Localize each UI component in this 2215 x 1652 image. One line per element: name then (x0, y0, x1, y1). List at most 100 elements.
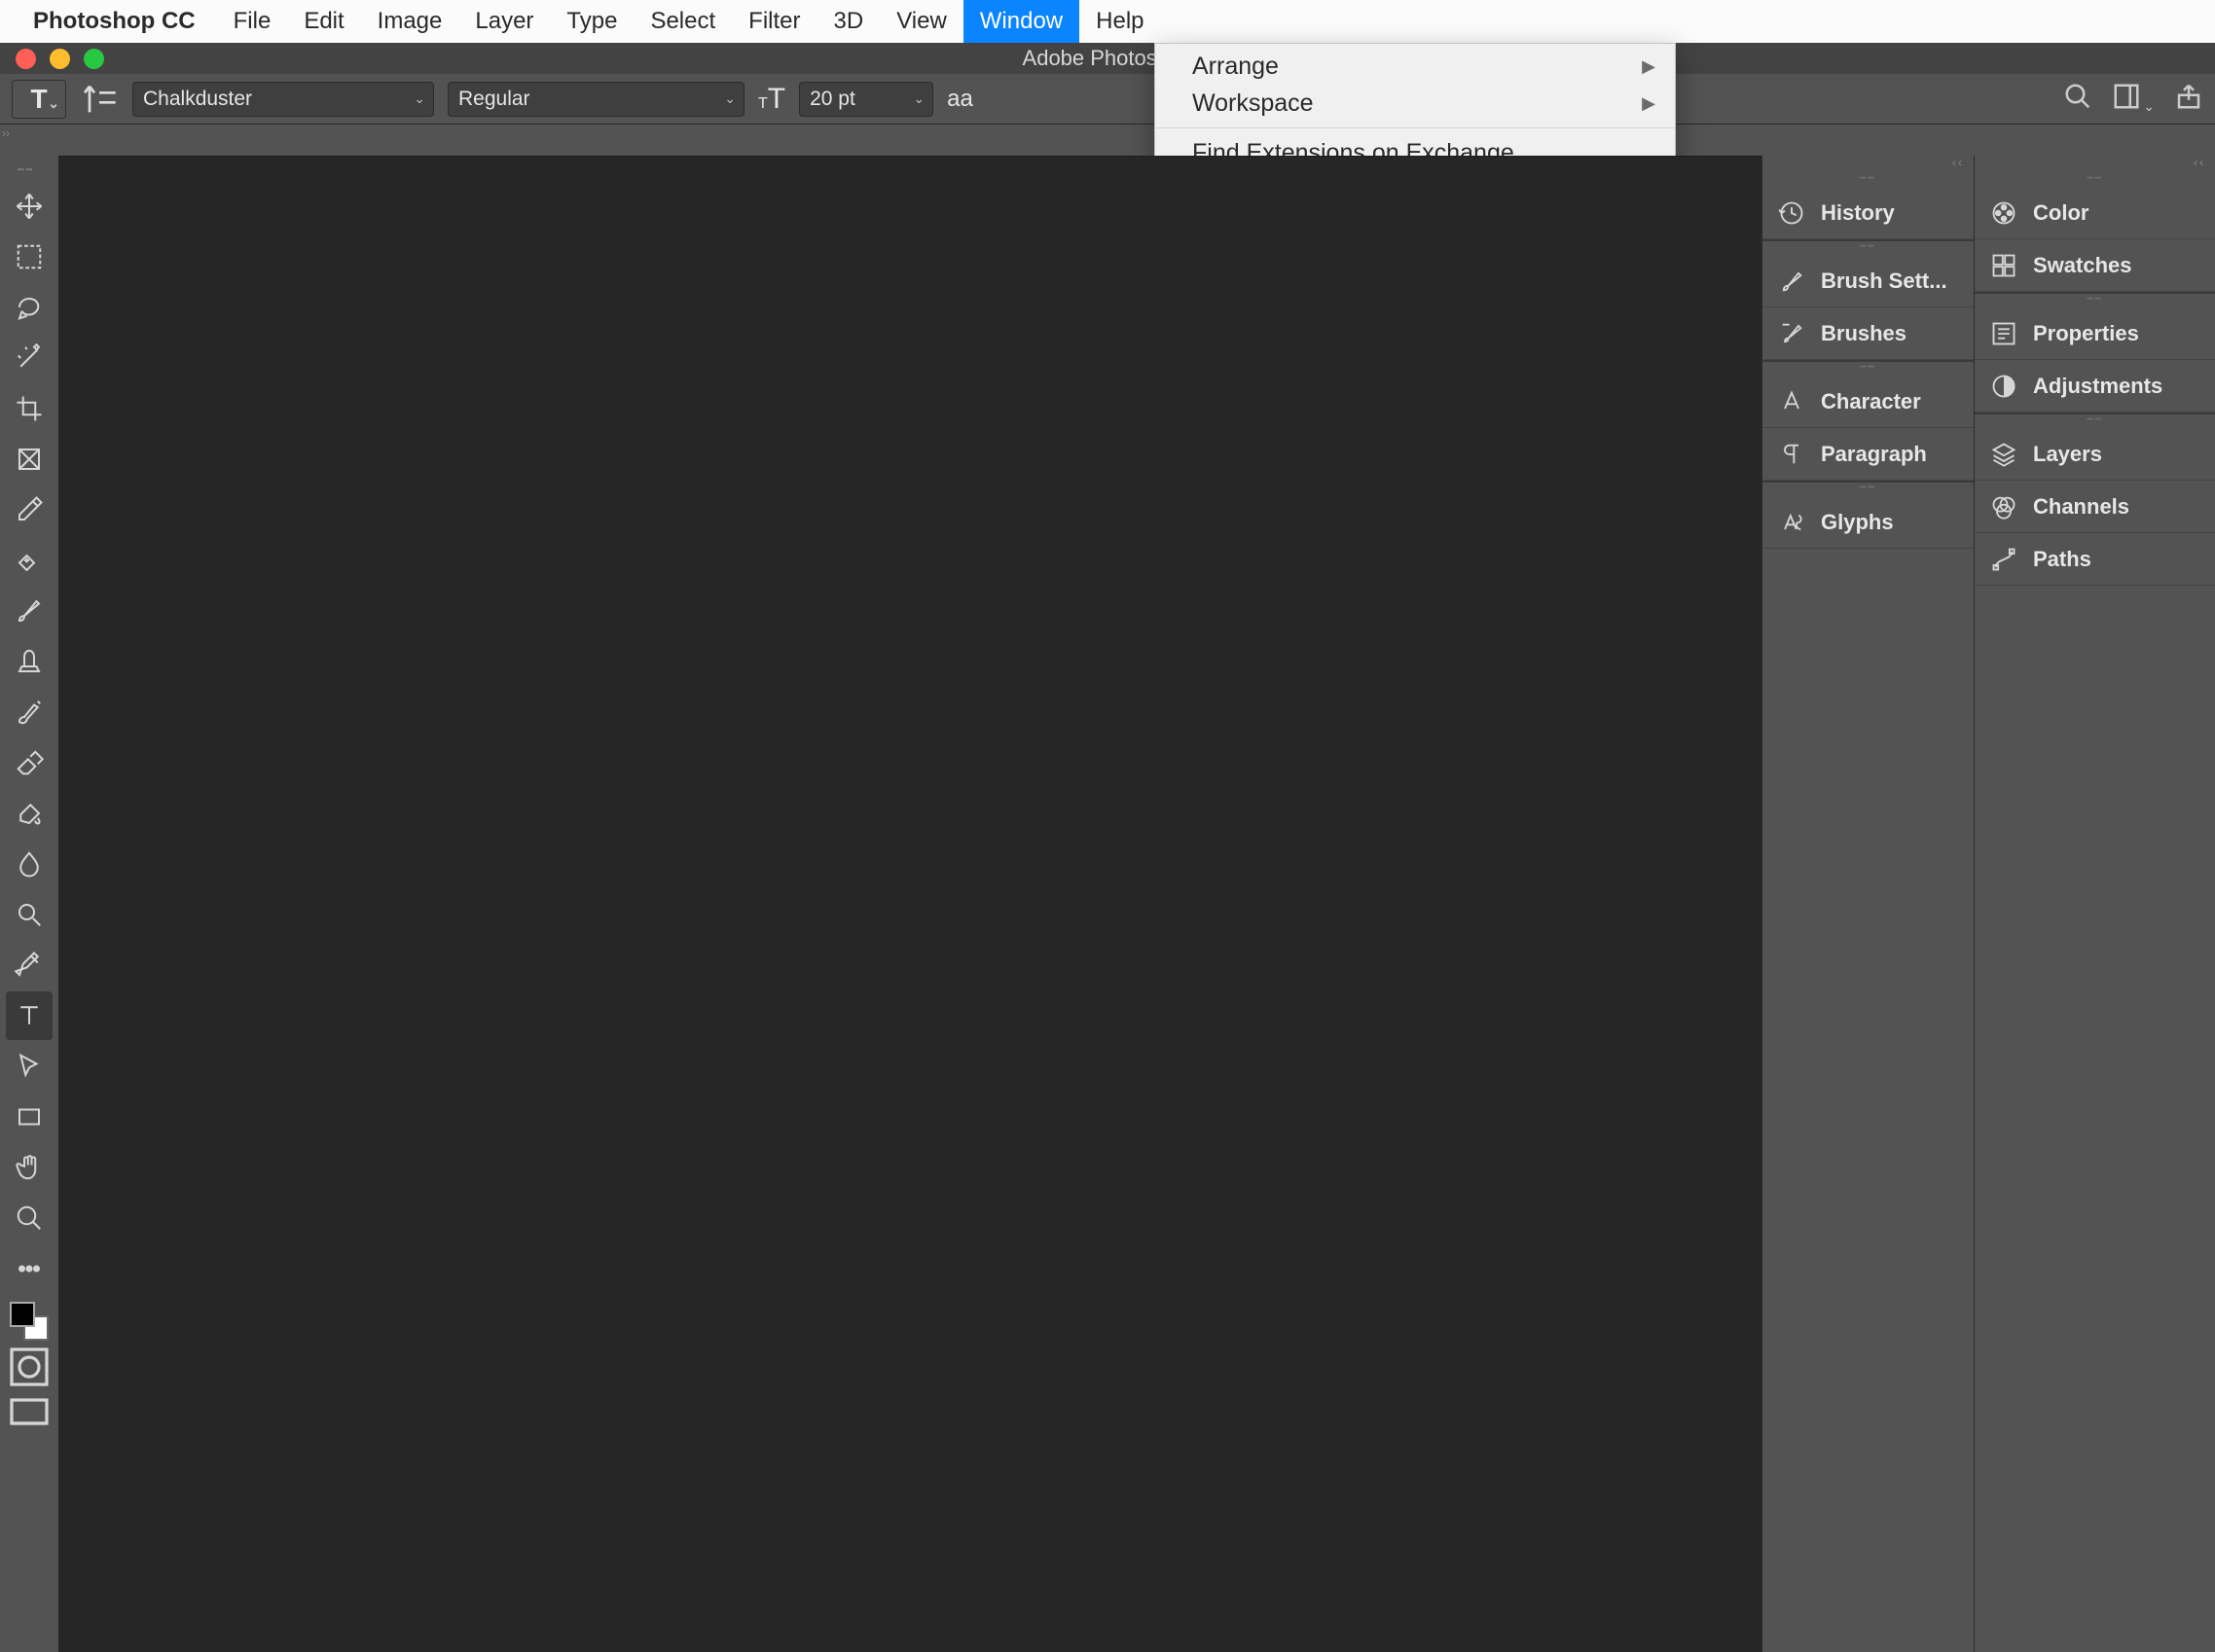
traffic-lights (16, 49, 104, 69)
menu-file[interactable]: File (217, 0, 288, 43)
window-titlebar: Adobe Photoshop (0, 43, 2215, 74)
panel-tab-character[interactable]: Character (1762, 376, 1974, 428)
menu-view[interactable]: View (880, 0, 963, 43)
panel-tab-paragraph[interactable]: Paragraph (1762, 428, 1974, 481)
glyphs-icon (1778, 509, 1805, 536)
rectangle-tool[interactable] (6, 1093, 53, 1141)
path-select-tool[interactable] (6, 1042, 53, 1091)
collapse-handle[interactable]: ‹‹ (1975, 156, 2215, 173)
channels-icon (1990, 493, 2017, 521)
move-tool[interactable] (6, 182, 53, 231)
minimize-icon[interactable] (50, 49, 70, 69)
grip-icon[interactable]: ┅┅ (1975, 173, 2215, 187)
panel-tab-brush-sett-[interactable]: Brush Sett... (1762, 255, 1974, 307)
text-orientation-button[interactable] (80, 80, 119, 119)
crop-tool[interactable] (6, 384, 53, 433)
antialias-select[interactable]: aa (947, 86, 973, 113)
dodge-tool[interactable] (6, 890, 53, 939)
font-size-icon: TT (758, 83, 785, 116)
zoom-tool[interactable] (6, 1194, 53, 1242)
lasso-tool[interactable] (6, 283, 53, 332)
menu-edit[interactable]: Edit (287, 0, 360, 43)
brushes-icon (1778, 320, 1805, 347)
menu-3d[interactable]: 3D (817, 0, 881, 43)
screen-mode-button[interactable] (6, 1393, 53, 1434)
menu-window[interactable]: Window (963, 0, 1079, 43)
panel-label: Paths (2033, 547, 2091, 572)
history-brush-tool[interactable] (6, 688, 53, 736)
grip-icon[interactable]: ┅┅ (1762, 362, 1974, 376)
submenu-arrow-icon: ▶ (1642, 93, 1655, 114)
antialias-label: aa (947, 86, 973, 112)
grip-icon[interactable]: ┅┅ (1975, 294, 2215, 307)
menuitem-label: Arrange (1192, 53, 1279, 81)
grip-icon[interactable]: ┅┅ (1762, 241, 1974, 255)
chevron-down-icon: ⌄ (48, 95, 59, 112)
foreground-swatch[interactable] (10, 1302, 35, 1327)
maximize-icon[interactable] (84, 49, 104, 69)
panel-tab-color[interactable]: Color (1975, 187, 2215, 239)
panel-tab-paths[interactable]: Paths (1975, 533, 2215, 586)
close-icon[interactable] (16, 49, 36, 69)
type-tool[interactable] (6, 991, 53, 1040)
clone-stamp-tool[interactable] (6, 637, 53, 686)
panel-tab-brushes[interactable]: Brushes (1762, 307, 1974, 360)
properties-icon (1990, 320, 2017, 347)
menu-select[interactable]: Select (634, 0, 732, 43)
magic-wand-tool[interactable] (6, 334, 53, 382)
menuitem-arrange[interactable]: Arrange▶ (1155, 48, 1675, 85)
share-icon[interactable] (2174, 82, 2203, 116)
frame-tool[interactable] (6, 435, 53, 484)
paragraph-icon (1778, 441, 1805, 468)
grip-icon[interactable]: ┅┅ (18, 163, 41, 173)
panel-tab-swatches[interactable]: Swatches (1975, 239, 2215, 292)
paths-icon (1990, 546, 2017, 573)
hand-tool[interactable] (6, 1143, 53, 1192)
rect-marquee-tool[interactable] (6, 233, 53, 281)
brush-tool[interactable] (6, 587, 53, 635)
menuitem-workspace[interactable]: Workspace▶ (1155, 85, 1675, 122)
panel-tab-layers[interactable]: Layers (1975, 428, 2215, 481)
menu-image[interactable]: Image (361, 0, 459, 43)
tool-preset-picker[interactable]: T ⌄ (12, 80, 66, 119)
panel-label: Channels (2033, 494, 2129, 520)
eyedropper-tool[interactable] (6, 485, 53, 534)
search-icon[interactable] (2063, 82, 2092, 116)
font-family-select[interactable]: Chalkduster ⌄ (132, 82, 434, 117)
more-tool[interactable] (6, 1244, 53, 1293)
blur-tool[interactable] (6, 840, 53, 888)
document-canvas[interactable] (58, 156, 1761, 1652)
font-weight-select[interactable]: Regular ⌄ (448, 82, 744, 117)
healing-tool[interactable] (6, 536, 53, 585)
panel-tab-glyphs[interactable]: Glyphs (1762, 496, 1974, 549)
grip-icon[interactable]: ┅┅ (1762, 483, 1974, 496)
font-size-select[interactable]: 20 pt ⌄ (799, 82, 933, 117)
panel-tab-channels[interactable]: Channels (1975, 481, 2215, 533)
panel-tab-adjustments[interactable]: Adjustments (1975, 360, 2215, 413)
app-name[interactable]: Photoshop CC (33, 8, 196, 35)
panel-label: Adjustments (2033, 374, 2162, 399)
panel-label: Character (1821, 389, 1921, 414)
menu-help[interactable]: Help (1079, 0, 1160, 43)
menu-type[interactable]: Type (550, 0, 634, 43)
paint-bucket-tool[interactable] (6, 789, 53, 838)
panel-tab-history[interactable]: History (1762, 187, 1974, 239)
collapse-handle[interactable]: ‹‹ (1762, 156, 1974, 173)
menu-filter[interactable]: Filter (732, 0, 817, 43)
color-swatches[interactable] (10, 1302, 49, 1341)
font-weight-value: Regular (458, 88, 530, 111)
pen-tool[interactable] (6, 941, 53, 989)
panel-label: Brushes (1821, 321, 1906, 346)
toolbar-collapse-handle[interactable] (0, 125, 18, 154)
workspace-switcher[interactable]: ⌄ (2112, 82, 2155, 116)
eraser-tool[interactable] (6, 738, 53, 787)
adjustments-icon (1990, 373, 2017, 400)
panel-tab-properties[interactable]: Properties (1975, 307, 2215, 360)
panel-label: Layers (2033, 442, 2102, 467)
grip-icon[interactable]: ┅┅ (1762, 173, 1974, 187)
quick-mask-button[interactable] (6, 1347, 53, 1387)
menu-layer[interactable]: Layer (458, 0, 550, 43)
color-icon (1990, 199, 2017, 227)
character-icon (1778, 388, 1805, 415)
grip-icon[interactable]: ┅┅ (1975, 414, 2215, 428)
